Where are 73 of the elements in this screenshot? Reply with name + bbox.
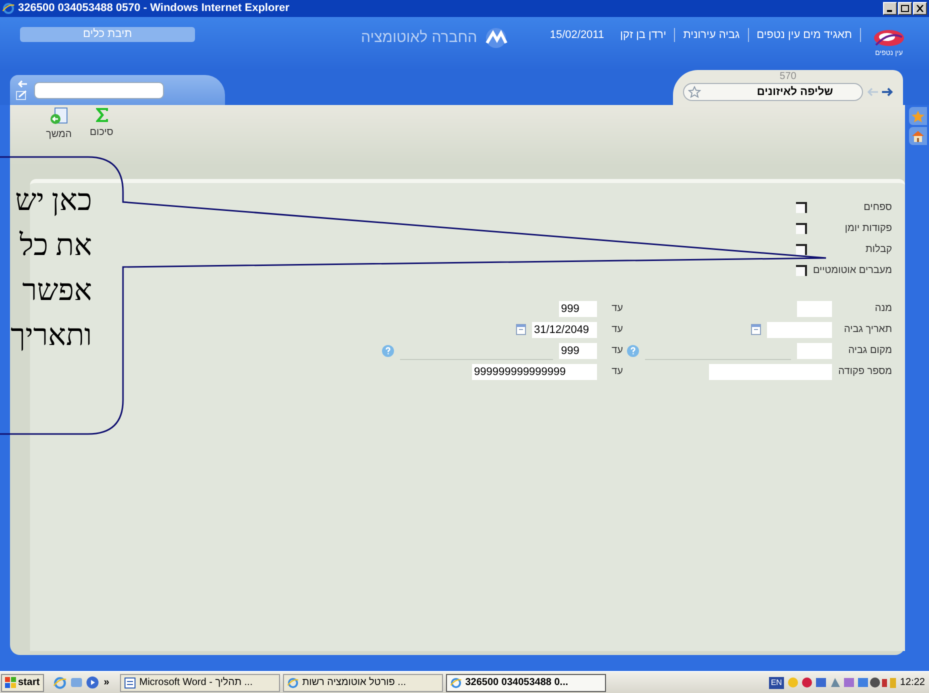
favorites-button[interactable] (909, 107, 927, 125)
from-field[interactable] (797, 300, 832, 316)
maximize-button[interactable] (898, 2, 912, 15)
header-link[interactable]: תאגיד מים עין נטפים (748, 27, 860, 44)
checkbox-label: קבלות (864, 242, 892, 257)
desktop-icon[interactable] (70, 676, 83, 689)
taskbar-task[interactable]: פורטל אוטומציה רשות ... (283, 674, 444, 692)
checkbox[interactable] (796, 223, 807, 234)
browser-icon (450, 676, 462, 688)
continue-icon[interactable] (48, 107, 69, 125)
checkbox[interactable] (796, 265, 807, 276)
star-icon (911, 110, 925, 122)
clock: 12:22 (900, 676, 925, 690)
to-label: עד (610, 344, 624, 358)
toolbar-label[interactable]: המשך (46, 127, 72, 142)
media-player-icon[interactable] (86, 676, 99, 689)
to-label: עד (610, 302, 624, 316)
maximize-icon (901, 5, 909, 12)
checkbox-label: מעברים אוטומטיים (812, 264, 892, 278)
field-label: מקום גביה (847, 344, 892, 358)
field-label: תאריך גביה (843, 323, 892, 337)
checkbox-label: פקודות יומן (844, 222, 892, 236)
checkbox[interactable] (796, 244, 807, 255)
screen-number: 570 (780, 71, 796, 83)
toolbar-label[interactable]: סיכום (90, 125, 114, 140)
home-button[interactable] (909, 127, 927, 145)
browser-icon (2, 2, 15, 15)
help-icon[interactable] (382, 344, 394, 356)
minimize-button[interactable] (883, 2, 897, 15)
to-field[interactable]: 999 (559, 300, 597, 316)
callout-text: כאן יש את כל אפשר ותאריך (10, 183, 92, 354)
document-icon (124, 676, 136, 688)
header-link[interactable]: 15/02/2011 (542, 27, 612, 44)
edit-icon[interactable] (16, 90, 28, 100)
from-field[interactable] (709, 364, 832, 380)
to-label: עד (610, 365, 624, 379)
checkbox[interactable] (796, 202, 807, 213)
company-logo (872, 27, 906, 49)
field-label: מנה (874, 302, 892, 316)
screen-title-field[interactable]: שליפה לאיזונים (683, 83, 863, 101)
language-indicator[interactable]: EN (768, 676, 784, 688)
close-button[interactable] (913, 2, 927, 15)
screen-title: שליפה לאיזונים (756, 84, 833, 100)
close-icon (916, 5, 924, 12)
company-name: החברה לאוטומציה (361, 28, 478, 48)
to-label: עד (610, 323, 624, 337)
help-icon[interactable] (627, 344, 639, 356)
more-button[interactable]: » (102, 675, 112, 690)
company-logo (483, 28, 510, 48)
calendar-icon[interactable] (516, 324, 526, 335)
from-field[interactable] (767, 322, 832, 338)
checkbox-label: ספחים (862, 201, 892, 215)
windows-flag-icon (5, 677, 16, 688)
search-field[interactable] (34, 82, 164, 98)
calendar-icon[interactable] (751, 324, 761, 335)
taskbar-task[interactable]: Microsoft Word - תהליך ... (120, 674, 280, 692)
star-icon[interactable] (688, 86, 701, 98)
header-link[interactable]: גביה עירונית (675, 27, 748, 44)
taskbar-task[interactable]: 326500 034053488 0... (446, 674, 606, 692)
house-icon (911, 130, 925, 142)
browser-icon (287, 676, 300, 688)
to-field[interactable]: 31/12/2049 (532, 322, 597, 338)
back-arrow-icon[interactable] (867, 87, 878, 97)
from-field[interactable] (797, 342, 832, 358)
window-title: 326500 034053488 0570 - Windows Internet Explorer (18, 1, 290, 16)
to-field[interactable]: 999999999999999 (472, 364, 597, 380)
to-field[interactable]: 999 (559, 342, 597, 358)
forward-arrow-icon[interactable] (882, 87, 893, 97)
sigma-icon[interactable] (94, 107, 109, 123)
field-label: מספר פקודה (837, 365, 892, 379)
header-link[interactable]: ירדן בן זקן (612, 27, 674, 44)
browser-icon (52, 676, 67, 690)
start-button[interactable]: start (1, 674, 44, 692)
